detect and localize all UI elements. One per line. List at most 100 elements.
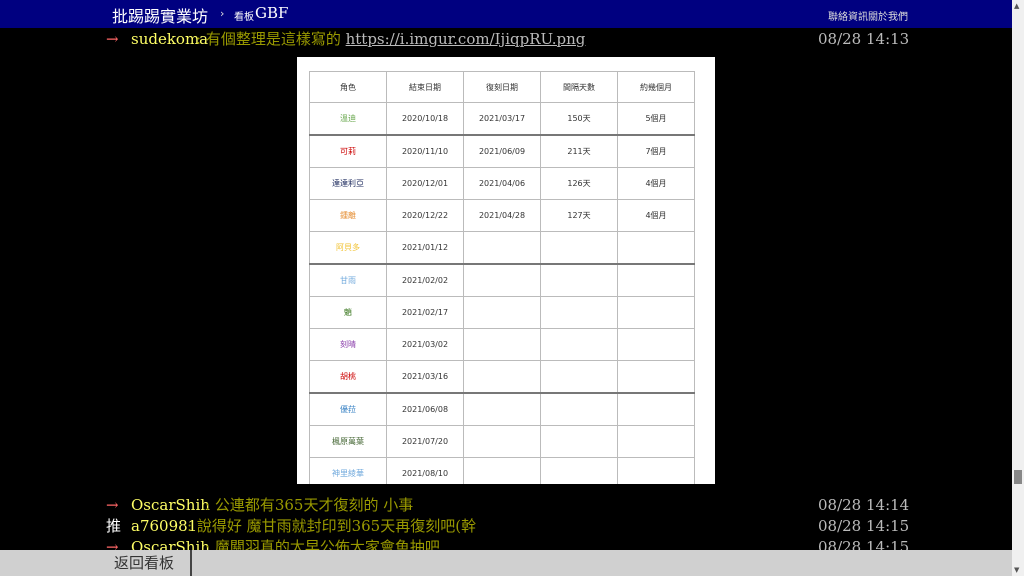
table-row: 刻晴 2021/03/02 xyxy=(309,328,695,361)
push-time: 08/28 14:13 xyxy=(818,30,910,48)
character-cell: 可莉 xyxy=(309,134,387,168)
rerun-date-cell xyxy=(463,263,541,297)
interval-days-cell xyxy=(540,328,618,361)
rerun-date-cell xyxy=(463,425,541,458)
months-cell xyxy=(617,425,695,458)
end-date-cell: 2021/01/12 xyxy=(386,231,464,265)
months-cell xyxy=(617,360,695,394)
table-row: 鍾離 2020/12/22 2021/04/28 127天 4個月 xyxy=(309,199,695,232)
table-header-cell: 約幾個月 xyxy=(617,71,695,103)
interval-days-cell: 211天 xyxy=(540,134,618,168)
site-title-link[interactable]: 批踢踢實業坊 xyxy=(112,3,208,27)
character-cell: 達達利亞 xyxy=(309,167,387,200)
about-link[interactable]: 關於我們 xyxy=(868,8,908,23)
rerun-date-cell xyxy=(463,457,541,484)
back-to-board-button[interactable]: 返回看板 xyxy=(108,550,192,576)
table-row: 溫迪 2020/10/18 2021/03/17 150天 5個月 xyxy=(309,102,695,136)
interval-days-cell xyxy=(540,360,618,394)
push-message: 公連都有365天才復刻的 小事 xyxy=(214,496,414,514)
end-date-cell: 2021/03/02 xyxy=(386,328,464,361)
table-row: 甘雨 2021/02/02 xyxy=(309,263,695,297)
character-cell: 胡桃 xyxy=(309,360,387,394)
character-cell: 神里綾華 xyxy=(309,457,387,484)
rerun-date-cell: 2021/03/17 xyxy=(463,102,541,136)
months-cell xyxy=(617,231,695,265)
imgur-link[interactable]: https://i.imgur.com/IjiqpRU.png xyxy=(346,30,586,48)
end-date-cell: 2021/03/16 xyxy=(386,360,464,394)
end-date-cell: 2020/10/18 xyxy=(386,102,464,136)
end-date-cell: 2021/07/20 xyxy=(386,425,464,458)
scrollbar-thumb[interactable] xyxy=(1014,470,1022,484)
push-message: 有個整理是這樣寫的 xyxy=(205,30,346,48)
rerun-date-cell xyxy=(463,328,541,361)
rerun-table: 角色 結束日期 復刻日期 間隔天數 約幾個月 溫迪 2020/10/18 2021/… xyxy=(309,71,695,484)
months-cell: 4個月 xyxy=(617,199,695,232)
table-header-row: 角色 結束日期 復刻日期 間隔天數 約幾個月 xyxy=(309,71,695,103)
end-date-cell: 2021/02/02 xyxy=(386,263,464,297)
end-date-cell: 2020/12/22 xyxy=(386,199,464,232)
scroll-down-icon[interactable]: ▼ xyxy=(1014,566,1019,574)
scroll-up-icon[interactable]: ▲ xyxy=(1014,2,1019,10)
table-header-cell: 間隔天數 xyxy=(540,71,618,103)
board-label: 看板 xyxy=(234,12,254,23)
character-cell: 魈 xyxy=(309,296,387,329)
end-date-cell: 2021/06/08 xyxy=(386,392,464,426)
character-cell: 阿貝多 xyxy=(309,231,387,265)
push-content: : 公連都有365天才復刻的 小事 xyxy=(205,496,414,514)
push-user: OscarShih xyxy=(131,496,210,514)
months-cell xyxy=(617,328,695,361)
rerun-date-cell xyxy=(463,392,541,426)
push-time: 08/28 14:15 xyxy=(818,517,910,535)
push-time: 08/28 14:14 xyxy=(818,496,910,514)
contact-link[interactable]: 聯絡資訊 xyxy=(828,8,868,23)
character-cell: 刻晴 xyxy=(309,328,387,361)
rerun-date-cell: 2021/06/09 xyxy=(463,134,541,168)
push-content: : 有個整理是這樣寫的 https://i.imgur.com/IjiqpRU.… xyxy=(196,30,586,48)
months-cell xyxy=(617,296,695,329)
rerun-date-cell: 2021/04/06 xyxy=(463,167,541,200)
rerun-date-cell xyxy=(463,296,541,329)
board-name-link[interactable]: GBF xyxy=(255,4,288,22)
months-cell: 5個月 xyxy=(617,102,695,136)
push-line: → sudekoma : 有個整理是這樣寫的 https://i.imgur.c… xyxy=(0,29,1012,49)
months-cell xyxy=(617,263,695,297)
push-line: 推 a760981 : 說得好 魔甘雨就封印到365天再復刻吧(幹 08/28 … xyxy=(0,516,1012,536)
push-tag: → xyxy=(106,30,119,48)
push-message: 說得好 魔甘雨就封印到365天再復刻吧(幹 xyxy=(196,517,477,535)
end-date-cell: 2020/11/10 xyxy=(386,134,464,168)
character-cell: 優菈 xyxy=(309,392,387,426)
months-cell xyxy=(617,392,695,426)
table-header-cell: 復刻日期 xyxy=(463,71,541,103)
interval-days-cell xyxy=(540,457,618,484)
rerun-date-cell xyxy=(463,231,541,265)
interval-days-cell xyxy=(540,296,618,329)
rerun-date-cell xyxy=(463,360,541,394)
table-row: 楓原萬葉 2021/07/20 xyxy=(309,425,695,458)
push-tag: 推 xyxy=(106,517,122,535)
interval-days-cell: 150天 xyxy=(540,102,618,136)
table-row: 魈 2021/02/17 xyxy=(309,296,695,329)
interval-days-cell xyxy=(540,231,618,265)
character-cell: 甘雨 xyxy=(309,263,387,297)
push-tag: → xyxy=(106,496,119,514)
interval-days-cell xyxy=(540,392,618,426)
table-row: 達達利亞 2020/12/01 2021/04/06 126天 4個月 xyxy=(309,167,695,200)
breadcrumb-separator: › xyxy=(220,7,225,20)
table-row: 優菈 2021/06/08 xyxy=(309,392,695,426)
interval-days-cell: 127天 xyxy=(540,199,618,232)
embedded-image[interactable]: 角色 結束日期 復刻日期 間隔天數 約幾個月 溫迪 2020/10/18 2021/… xyxy=(297,57,715,484)
character-cell: 溫迪 xyxy=(309,102,387,136)
table-row: 阿貝多 2021/01/12 xyxy=(309,231,695,265)
end-date-cell: 2021/08/10 xyxy=(386,457,464,484)
rerun-date-cell: 2021/04/28 xyxy=(463,199,541,232)
push-line: → OscarShih : 公連都有365天才復刻的 小事 08/28 14:1… xyxy=(0,495,1012,515)
months-cell xyxy=(617,457,695,484)
top-bar: 批踢踢實業坊 › 看板 GBF 聯絡資訊 關於我們 xyxy=(0,0,1012,28)
character-cell: 楓原萬葉 xyxy=(309,425,387,458)
end-date-cell: 2020/12/01 xyxy=(386,167,464,200)
table-row: 可莉 2020/11/10 2021/06/09 211天 7個月 xyxy=(309,134,695,168)
push-content: : 說得好 魔甘雨就封印到365天再復刻吧(幹 xyxy=(187,517,477,535)
vertical-scrollbar[interactable]: ▲ ▼ xyxy=(1012,0,1024,576)
interval-days-cell xyxy=(540,425,618,458)
months-cell: 4個月 xyxy=(617,167,695,200)
